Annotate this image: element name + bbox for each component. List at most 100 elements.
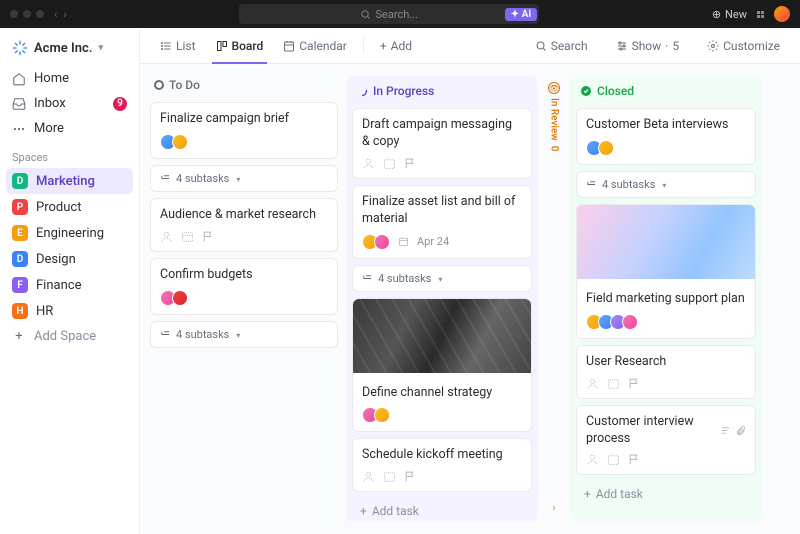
space-label: Finance — [36, 278, 81, 293]
task-title: Finalize campaign brief — [160, 111, 328, 128]
column-header[interactable]: Closed — [576, 82, 756, 102]
view-tab-calendar[interactable]: Calendar — [275, 28, 355, 63]
space-label: Product — [36, 200, 81, 215]
workspace-switcher[interactable]: Acme Inc. ▾ — [6, 36, 133, 66]
add-space-label: Add Space — [34, 329, 96, 344]
workspace-logo-icon — [12, 40, 28, 56]
search-icon — [360, 9, 371, 20]
task-card[interactable]: Audience & market research — [150, 198, 338, 252]
subtask-toggle[interactable]: 4 subtasks — [150, 321, 338, 348]
add-space-button[interactable]: + Add Space — [6, 324, 133, 349]
space-label: Marketing — [36, 174, 95, 189]
customize-button[interactable]: Customize — [699, 39, 788, 53]
space-item-engineering[interactable]: EEngineering — [6, 220, 133, 246]
task-title: User Research — [586, 354, 746, 371]
task-card[interactable]: Customer Beta interviews — [576, 108, 756, 165]
assignees — [362, 407, 390, 423]
space-item-marketing[interactable]: D Marketing — [6, 168, 133, 194]
task-title: Confirm budgets — [160, 267, 328, 284]
plus-icon: + — [360, 504, 367, 518]
ai-badge[interactable]: ✦ AI — [505, 8, 537, 21]
assignees — [586, 314, 638, 330]
nav-home[interactable]: Home — [6, 66, 133, 91]
flag-icon[interactable] — [404, 157, 417, 170]
new-button[interactable]: ⊕ New — [712, 8, 747, 21]
task-cover-image — [353, 299, 531, 373]
task-card[interactable]: Finalize asset list and bill of material… — [352, 185, 532, 259]
view-tab-list[interactable]: List — [152, 28, 204, 63]
space-badge: D — [12, 173, 28, 189]
task-card[interactable]: Field marketing support plan — [576, 204, 756, 339]
date-icon[interactable] — [607, 453, 620, 466]
flag-icon[interactable] — [628, 453, 641, 466]
sliders-icon — [616, 40, 628, 52]
flag-icon[interactable] — [202, 230, 215, 243]
date-icon[interactable] — [181, 230, 194, 243]
assignee-icon[interactable] — [586, 453, 599, 466]
back-icon[interactable]: ‹ — [54, 8, 57, 21]
space-item-finance[interactable]: FFinance — [6, 272, 133, 298]
task-title: Draft campaign messaging & copy — [362, 117, 522, 151]
date-icon[interactable] — [383, 470, 396, 483]
apps-icon[interactable] — [757, 11, 764, 18]
home-icon — [12, 72, 26, 86]
space-item-design[interactable]: DDesign — [6, 246, 133, 272]
task-card[interactable]: Customer interview process — [576, 405, 756, 476]
space-label: Engineering — [36, 226, 104, 241]
space-item-product[interactable]: P Product — [6, 194, 133, 220]
task-card[interactable]: User Research — [576, 345, 756, 399]
task-card[interactable]: Confirm budgets — [150, 258, 338, 315]
view-bar: List Board Calendar + Add Search — [140, 28, 800, 64]
task-card[interactable]: Finalize campaign brief — [150, 102, 338, 159]
subtask-toggle[interactable]: 4 subtasks — [576, 171, 756, 198]
global-search[interactable]: Search... ✦ AI — [239, 4, 539, 24]
column-in-review-collapsed[interactable]: 👁 In Review 0 › — [546, 76, 562, 522]
assignee-icon[interactable] — [586, 377, 599, 390]
status-circle-icon — [154, 80, 164, 90]
list-icon — [160, 40, 172, 52]
space-label: HR — [36, 304, 53, 319]
chevron-right-icon: › — [552, 503, 555, 514]
forward-icon[interactable]: › — [63, 8, 66, 21]
space-badge: P — [12, 199, 28, 215]
assignee-icon[interactable] — [160, 230, 173, 243]
nav-inbox[interactable]: Inbox 9 — [6, 91, 133, 116]
view-tab-board[interactable]: Board — [208, 28, 272, 63]
task-card[interactable]: Schedule kickoff meeting — [352, 438, 532, 492]
date-icon[interactable] — [383, 157, 396, 170]
workspace-name: Acme Inc. — [34, 41, 92, 56]
assignee-icon[interactable] — [362, 470, 375, 483]
nav-label: Home — [34, 71, 69, 86]
date-icon[interactable] — [607, 377, 620, 390]
subtask-toggle[interactable]: 4 subtasks — [150, 165, 338, 192]
flag-icon[interactable] — [628, 377, 641, 390]
view-add[interactable]: + Add — [372, 28, 420, 63]
search-button[interactable]: Search — [527, 39, 596, 53]
search-icon — [535, 40, 547, 52]
board-icon — [216, 40, 228, 52]
subtask-toggle[interactable]: 4 subtasks — [352, 265, 532, 292]
task-title: Field marketing support plan — [586, 291, 746, 308]
task-card[interactable]: Draft campaign messaging & copy — [352, 108, 532, 179]
show-button[interactable]: Show · 5 — [608, 39, 688, 53]
user-avatar[interactable] — [774, 6, 790, 22]
status-closed-icon — [580, 85, 592, 97]
assignee-icon[interactable] — [362, 157, 375, 170]
chevron-down-icon: ▾ — [98, 43, 103, 53]
add-task-button[interactable]: +Add task — [576, 481, 756, 507]
task-card[interactable]: Define channel strategy — [352, 298, 532, 433]
kanban-board: To Do Finalize campaign brief 4 subtasks… — [140, 64, 800, 534]
space-item-hr[interactable]: HHR — [6, 298, 133, 324]
flag-icon[interactable] — [404, 470, 417, 483]
column-header[interactable]: To Do — [150, 76, 338, 96]
task-title: Audience & market research — [160, 207, 328, 224]
add-task-button[interactable]: +Add task — [352, 498, 532, 524]
nav-more[interactable]: More — [6, 116, 133, 141]
space-badge: D — [12, 251, 28, 267]
column-header[interactable]: In Progress — [352, 82, 532, 102]
subtask-icon — [160, 329, 171, 340]
nav-label: Inbox — [34, 96, 66, 111]
window-controls — [10, 10, 44, 18]
search-placeholder: Search... — [375, 8, 418, 21]
column-closed: Closed Customer Beta interviews 4 subtas… — [570, 76, 762, 522]
